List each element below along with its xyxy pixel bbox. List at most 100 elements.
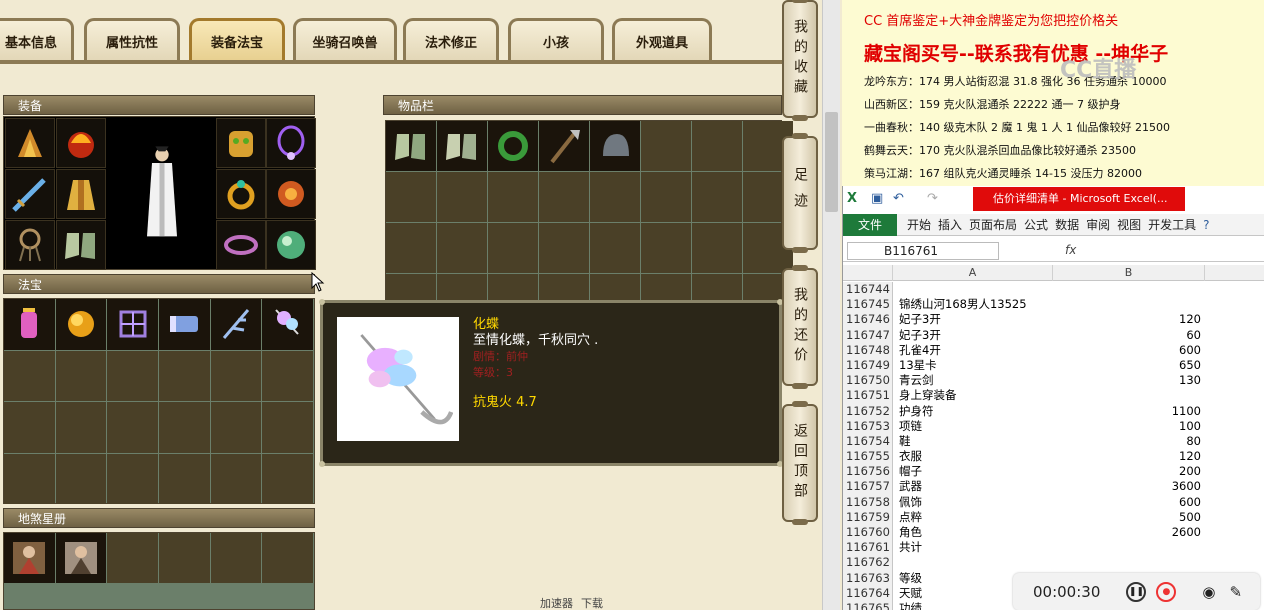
- treasure-slot[interactable]: [210, 299, 262, 350]
- row-number[interactable]: 116760: [843, 525, 893, 541]
- cell-b[interactable]: 100: [1053, 419, 1205, 434]
- stop-record-icon[interactable]: ●: [1156, 581, 1177, 602]
- cell-a[interactable]: 帽子: [893, 464, 1053, 479]
- row-number[interactable]: 116765: [843, 600, 893, 610]
- row-number[interactable]: 116753: [843, 418, 893, 434]
- equip-slot-helmet[interactable]: [56, 118, 106, 168]
- page-scrollbar[interactable]: [822, 0, 840, 610]
- ribbon-tab-home[interactable]: 开始: [907, 216, 931, 233]
- treasure-slot[interactable]: [159, 402, 210, 453]
- tab-mounts[interactable]: 坐骑召唤兽: [293, 18, 397, 62]
- treasure-slot[interactable]: [210, 402, 262, 453]
- inventory-slot[interactable]: [488, 223, 538, 273]
- row-number[interactable]: 116745: [843, 297, 893, 313]
- cell-a[interactable]: 身上穿装备: [893, 388, 1053, 403]
- tab-basic-info[interactable]: 基本信息: [0, 18, 74, 62]
- my-bargain-button[interactable]: 我的还价: [782, 265, 818, 389]
- treasure-slot[interactable]: [4, 453, 55, 504]
- inventory-slot[interactable]: [590, 121, 640, 171]
- cell-b[interactable]: 600: [1053, 343, 1205, 358]
- column-header-b[interactable]: B: [1053, 265, 1205, 281]
- row-number[interactable]: 116750: [843, 373, 893, 389]
- cell-a[interactable]: 鞋: [893, 434, 1053, 449]
- equip-slot-armor[interactable]: [56, 169, 106, 219]
- cell-a[interactable]: 青云剑: [893, 373, 1053, 388]
- cell-a[interactable]: 妃子3开: [893, 312, 1053, 327]
- row-number[interactable]: 116756: [843, 464, 893, 480]
- cell-a[interactable]: 护身符: [893, 404, 1053, 419]
- row-number[interactable]: 116763: [843, 570, 893, 586]
- treasure-slot[interactable]: [4, 350, 55, 401]
- row-number[interactable]: 116758: [843, 494, 893, 510]
- row-number[interactable]: 116754: [843, 433, 893, 450]
- inventory-slot[interactable]: [641, 121, 691, 171]
- treasure-slot[interactable]: [159, 299, 210, 350]
- equip-slot-ring[interactable]: [216, 169, 266, 219]
- undo-icon[interactable]: ↶: [893, 191, 904, 206]
- pause-icon[interactable]: ❚❚: [1126, 581, 1147, 602]
- ribbon-tab-formulas[interactable]: 公式: [1024, 216, 1048, 233]
- equip-slot-mask[interactable]: [216, 118, 266, 168]
- tab-attributes[interactable]: 属性抗性: [84, 18, 180, 62]
- row-number[interactable]: 116759: [843, 509, 893, 525]
- inventory-slot[interactable]: [692, 223, 742, 273]
- inventory-slot[interactable]: [692, 121, 742, 171]
- cell-a[interactable]: 13星卡: [893, 358, 1053, 373]
- cell-a[interactable]: 角色: [893, 525, 1053, 540]
- inventory-slot[interactable]: [590, 223, 640, 273]
- equip-slot-boots[interactable]: [56, 220, 106, 270]
- star-card-slot[interactable]: [4, 533, 55, 583]
- camera-icon[interactable]: ◉: [1202, 583, 1215, 601]
- help-icon[interactable]: ?: [1203, 218, 1209, 232]
- row-number[interactable]: 116746: [843, 312, 893, 328]
- name-box[interactable]: B116761: [847, 242, 999, 260]
- footprints-button[interactable]: 足迹: [782, 133, 818, 253]
- cell-b[interactable]: 200: [1053, 464, 1205, 479]
- star-card-slot[interactable]: [210, 533, 262, 583]
- cell-b[interactable]: 1100: [1053, 404, 1205, 419]
- treasure-slot[interactable]: [107, 402, 159, 453]
- star-card-slot[interactable]: [55, 533, 107, 583]
- treasure-slot[interactable]: [262, 402, 314, 453]
- row-number[interactable]: 116757: [843, 479, 893, 495]
- cell-a[interactable]: 锦绣山河168男人13525: [893, 297, 1053, 312]
- equip-slot-orb[interactable]: [266, 220, 316, 270]
- treasure-slot[interactable]: [262, 299, 314, 350]
- inventory-slot[interactable]: [386, 172, 436, 222]
- pen-icon[interactable]: ✎: [1229, 583, 1242, 601]
- ribbon-tab-data[interactable]: 数据: [1055, 216, 1079, 233]
- cell-b[interactable]: 600: [1053, 495, 1205, 510]
- cell-a[interactable]: 妃子3开: [893, 328, 1053, 343]
- equip-slot-belt[interactable]: [5, 220, 55, 270]
- cell-b[interactable]: [1053, 282, 1205, 297]
- equip-slot-bracelet[interactable]: [216, 220, 266, 270]
- row-number[interactable]: 116747: [843, 327, 893, 343]
- star-card-slot[interactable]: [107, 533, 159, 583]
- treasure-slot[interactable]: [4, 402, 55, 453]
- star-card-slot[interactable]: [159, 533, 210, 583]
- row-number[interactable]: 116761: [843, 540, 893, 556]
- row-number[interactable]: 116755: [843, 449, 893, 465]
- treasure-slot[interactable]: [55, 350, 107, 401]
- cell-b[interactable]: 120: [1053, 449, 1205, 464]
- ribbon-tab-file[interactable]: 文件: [843, 213, 897, 236]
- ribbon-tab-review[interactable]: 审阅: [1086, 216, 1110, 233]
- cell-a[interactable]: 佩饰: [893, 495, 1053, 510]
- treasure-slot[interactable]: [55, 453, 107, 504]
- column-header-a[interactable]: A: [893, 265, 1053, 281]
- equip-slot-weapon[interactable]: [5, 169, 55, 219]
- cell-a[interactable]: 点粹: [893, 510, 1053, 525]
- ribbon-tab-page-layout[interactable]: 页面布局: [969, 216, 1017, 233]
- inventory-slot[interactable]: [590, 172, 640, 222]
- cell-b[interactable]: 3600: [1053, 479, 1205, 494]
- row-number[interactable]: 116751: [843, 388, 893, 404]
- treasure-slot[interactable]: [262, 453, 314, 504]
- inventory-slot[interactable]: [386, 121, 436, 171]
- treasure-slot[interactable]: [262, 350, 314, 401]
- treasure-slot[interactable]: [159, 453, 210, 504]
- ribbon-tab-insert[interactable]: 插入: [938, 216, 962, 233]
- inventory-slot[interactable]: [641, 223, 691, 273]
- inventory-slot[interactable]: [437, 223, 487, 273]
- ribbon-tab-developer[interactable]: 开发工具: [1148, 216, 1196, 233]
- cell-a[interactable]: 武器: [893, 479, 1053, 494]
